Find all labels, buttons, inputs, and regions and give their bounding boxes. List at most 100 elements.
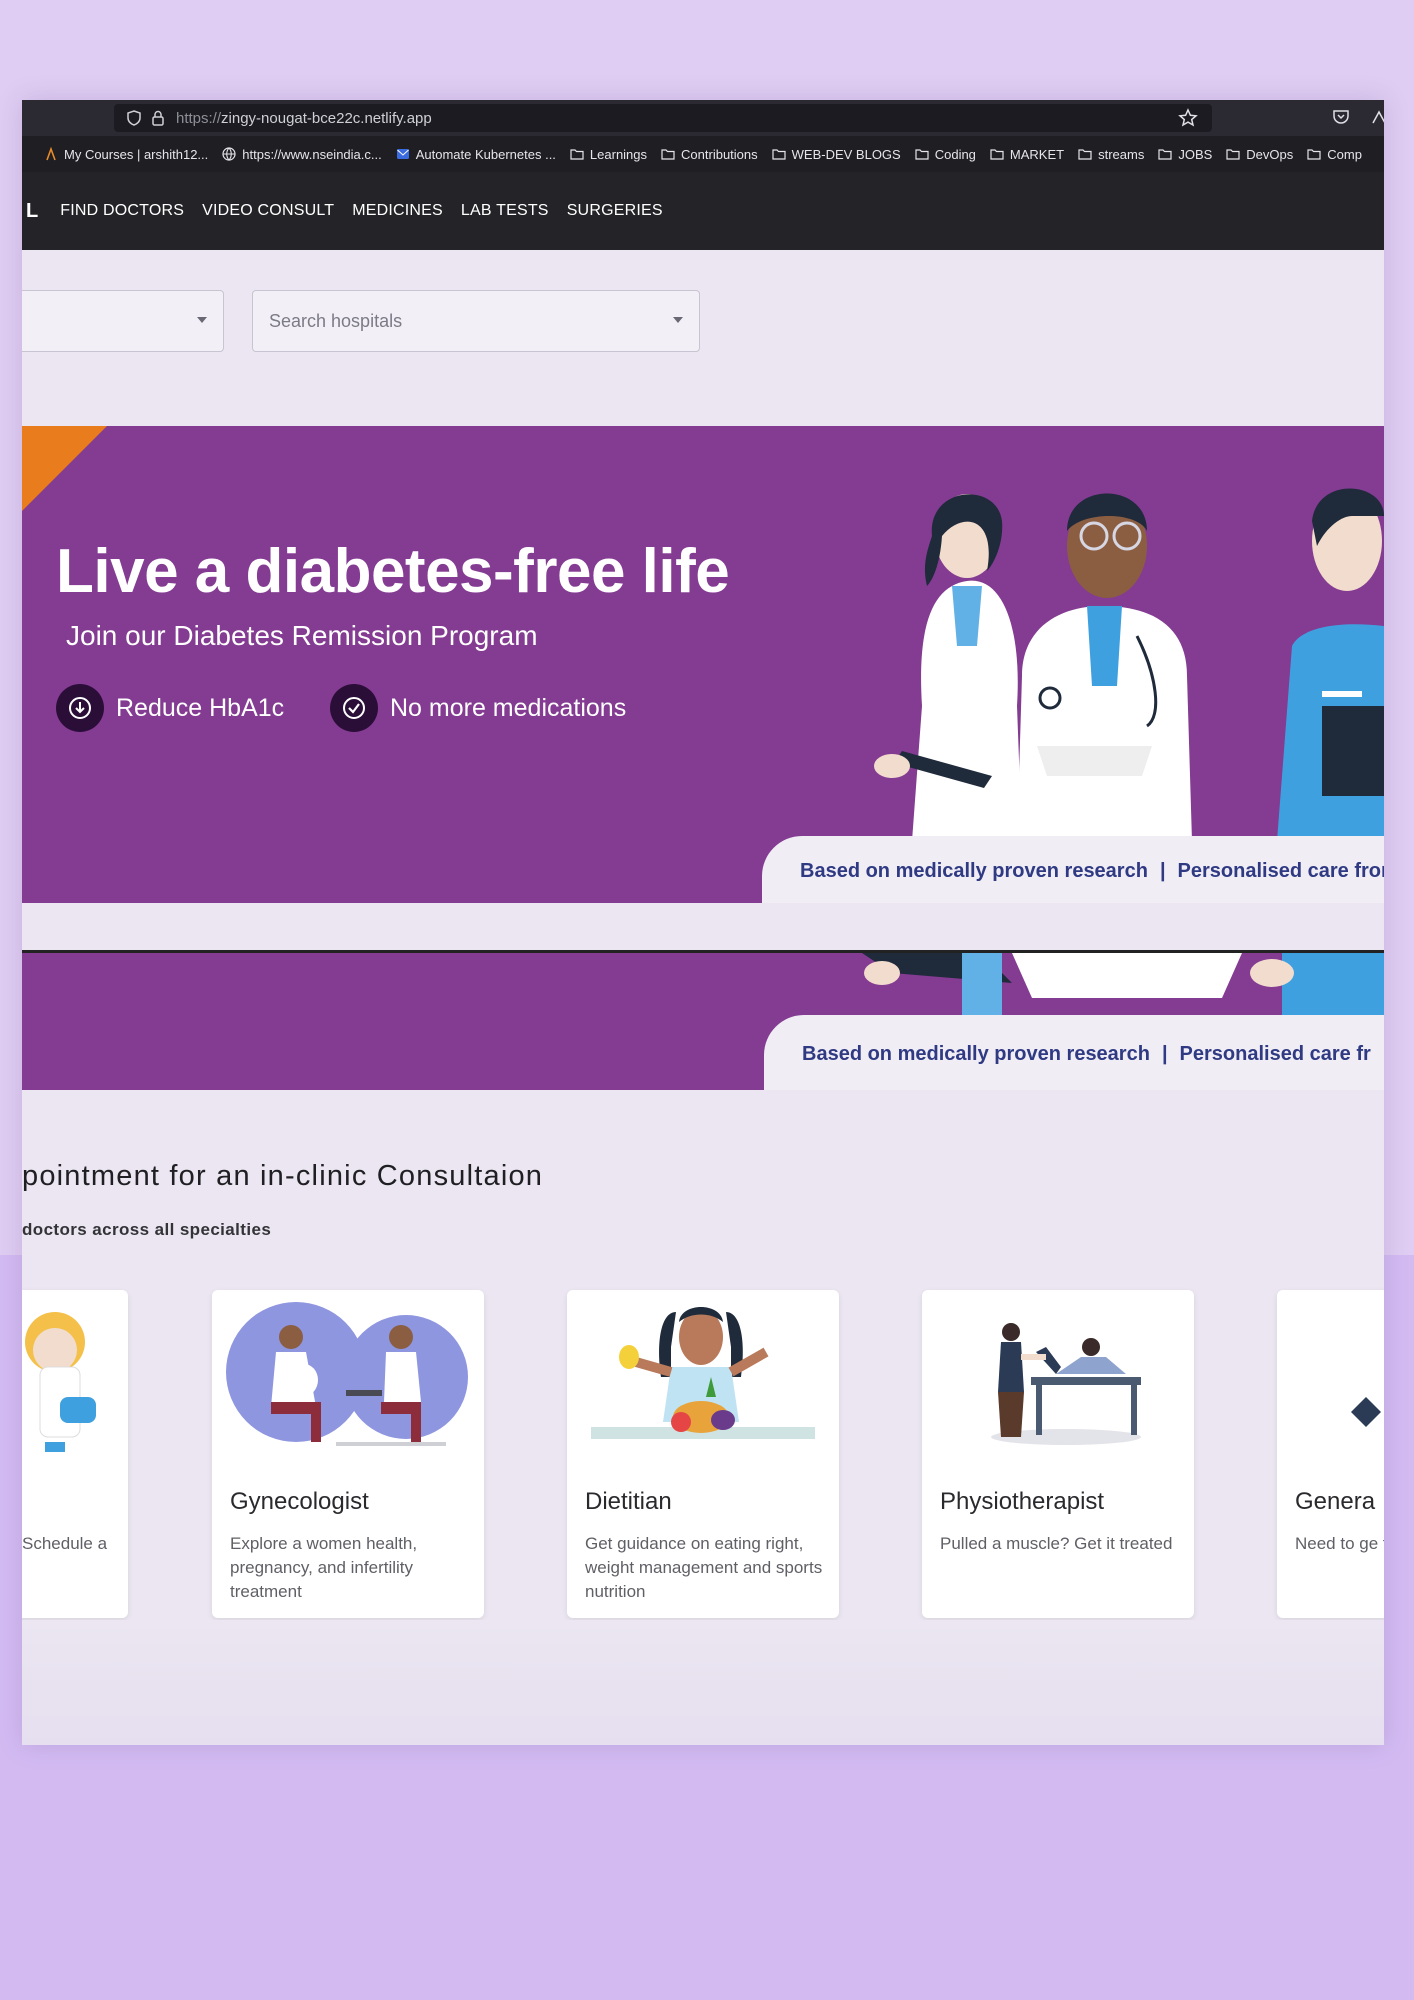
folder-icon xyxy=(1226,147,1240,161)
shield-icon[interactable] xyxy=(126,110,142,126)
bookmarks-bar: My Courses | arshith12... https://www.nse… xyxy=(22,136,1384,172)
trust-personalised: Personalised care fr xyxy=(1179,1042,1371,1065)
card-description: Pulled a muscle? Get it treated xyxy=(940,1534,1173,1553)
specialty-card-dietitian[interactable]: Dietitian Get guidance on eating right, … xyxy=(567,1290,839,1618)
card-description: Get guidance on eating right, weight man… xyxy=(585,1534,823,1601)
chevron-down-icon xyxy=(197,317,207,323)
section-subtitle: doctors across all specialties xyxy=(22,1220,272,1239)
feature-reduce-hba1c: Reduce HbA1c xyxy=(56,684,284,732)
browser-chrome: https://zingy-nougat-bce22c.netlify.app … xyxy=(22,100,1384,250)
person-icon xyxy=(44,147,58,161)
screenshot-frame: https://zingy-nougat-bce22c.netlify.app … xyxy=(22,100,1384,1745)
physiotherapist-illustration xyxy=(991,1323,1141,1445)
nav-lab-tests[interactable]: LAB TESTS xyxy=(461,202,549,220)
lock-icon[interactable] xyxy=(150,110,166,126)
bookmark-item[interactable]: Contributions xyxy=(661,147,758,162)
hospital-search-select[interactable]: Search hospitals xyxy=(252,290,700,352)
pill-check-icon xyxy=(330,684,378,732)
bookmark-item[interactable]: Coding xyxy=(915,147,976,162)
bookmark-label: JOBS xyxy=(1178,146,1213,162)
star-bookmark-icon[interactable] xyxy=(1178,108,1198,128)
url-prefix: https:// xyxy=(176,109,222,127)
folder-icon xyxy=(570,147,584,161)
bookmark-item[interactable]: Automate Kubernetes ... xyxy=(396,147,556,162)
specialty-card-general[interactable]: Genera Need to ge the right su xyxy=(1277,1290,1384,1618)
folder-icon xyxy=(1078,147,1092,161)
gynecologist-illustration xyxy=(226,1302,468,1446)
trust-research: Based on medically proven research xyxy=(800,859,1148,882)
bookmark-label: Automate Kubernetes ... xyxy=(415,146,556,162)
bookmark-label: Comp xyxy=(1327,146,1362,162)
bookmark-item[interactable]: JOBS xyxy=(1158,147,1212,162)
offer-ribbon xyxy=(22,426,107,511)
hospital-search-placeholder: Search hospitals xyxy=(269,310,403,331)
bookmark-label: streams xyxy=(1098,146,1145,162)
bookmark-label: DevOps xyxy=(1246,146,1294,162)
card-title: Gynecologist xyxy=(230,1488,369,1515)
chevron-down-icon xyxy=(673,317,683,323)
diabetes-banner[interactable]: Live a diabetes-free life Join our Diabe… xyxy=(22,426,1384,903)
trust-separator: | xyxy=(1161,1042,1168,1065)
general-physician-illustration xyxy=(1351,1397,1381,1427)
diabetes-banner-duplicate[interactable]: Based on medically proven research | Per… xyxy=(22,950,1384,1090)
search-area xyxy=(22,250,1384,425)
card-description: Schedule a xyxy=(22,1534,108,1553)
doctors-illustration-fragment xyxy=(862,953,1384,1015)
extension-icon[interactable] xyxy=(1370,108,1384,128)
nav-surgeries[interactable]: SURGERIES xyxy=(567,202,663,220)
url-host: zingy-nougat-bce22c.netlify.app xyxy=(221,109,432,127)
url-bar-row: https://zingy-nougat-bce22c.netlify.app xyxy=(22,100,1384,136)
bookmark-label: Coding xyxy=(934,146,976,162)
section-title: pointment for an in-clinic Consultaion xyxy=(22,1160,544,1192)
card-description: Explore a women health, pregnancy, and i… xyxy=(230,1534,418,1601)
bookmark-label: My Courses | arshith12... xyxy=(64,146,209,162)
trust-strip-duplicate: Based on medically proven research | Per… xyxy=(764,1015,1384,1090)
bookmark-label: https://www.nseindia.c... xyxy=(242,146,382,162)
location-select[interactable] xyxy=(22,290,224,352)
nav-medicines[interactable]: MEDICINES xyxy=(352,202,443,220)
globe-icon xyxy=(222,147,236,161)
bookmark-item[interactable]: WEB-DEV BLOGS xyxy=(772,147,901,162)
trust-personalised: Personalised care from an xyxy=(1177,859,1384,882)
card-title: Dietitian xyxy=(585,1488,672,1515)
url-text[interactable]: https://zingy-nougat-bce22c.netlify.app xyxy=(176,110,432,127)
bookmark-item[interactable]: https://www.nseindia.c... xyxy=(222,146,382,162)
trust-research: Based on medically proven research xyxy=(802,1042,1150,1065)
bookmark-item[interactable]: streams xyxy=(1078,147,1144,162)
trust-strip: Based on medically proven research | Per… xyxy=(762,836,1384,903)
card-title: Physiotherapist xyxy=(940,1488,1105,1515)
site-logo[interactable]: L xyxy=(26,200,38,223)
banner-subtitle: Join our Diabetes Remission Program xyxy=(66,620,538,651)
bookmark-label: Contributions xyxy=(681,146,758,162)
card-description: Need to ge the right su xyxy=(1295,1534,1384,1553)
bookmark-item[interactable]: Learnings xyxy=(570,147,647,162)
feature-no-medications: No more medications xyxy=(330,684,626,732)
bookmark-item[interactable]: DevOps xyxy=(1226,147,1293,162)
nav-find-doctors[interactable]: FIND DOCTORS xyxy=(60,202,184,220)
folder-icon xyxy=(1307,147,1321,161)
folder-icon xyxy=(915,147,929,161)
nav-video-consult[interactable]: VIDEO CONSULT xyxy=(202,202,334,220)
mail-icon xyxy=(396,147,410,161)
feature-label: Reduce HbA1c xyxy=(116,693,285,722)
bookmark-label: Learnings xyxy=(589,146,648,162)
specialty-card-gynecologist[interactable]: Gynecologist Explore a women health, pre… xyxy=(212,1290,484,1618)
bookmark-item[interactable]: Comp xyxy=(1307,147,1362,162)
address-bar[interactable]: https://zingy-nougat-bce22c.netlify.app xyxy=(114,104,1212,132)
folder-icon xyxy=(661,147,675,161)
specialty-card-physiotherapist[interactable]: Physiotherapist Pulled a muscle? Get it … xyxy=(922,1290,1194,1618)
pocket-icon[interactable] xyxy=(1332,108,1352,128)
bookmark-label: MARKET xyxy=(1009,146,1065,162)
bookmark-item[interactable]: MARKET xyxy=(990,147,1064,162)
doctor-child-illustration xyxy=(25,1312,96,1452)
specialty-card-partial[interactable]: Schedule a xyxy=(22,1290,128,1618)
dietitian-illustration xyxy=(591,1307,815,1439)
drop-down-icon xyxy=(56,684,104,732)
card-title: Genera xyxy=(1295,1488,1376,1515)
bookmark-item[interactable]: My Courses | arshith12... xyxy=(44,147,208,162)
feature-label: No more medications xyxy=(390,693,627,722)
bookmark-label: WEB-DEV BLOGS xyxy=(791,146,901,162)
banner-title: Live a diabetes-free life xyxy=(56,537,730,606)
site-navbar: L FIND DOCTORS VIDEO CONSULT MEDICINES L… xyxy=(22,172,1384,250)
section-bottom xyxy=(22,1620,1384,1745)
